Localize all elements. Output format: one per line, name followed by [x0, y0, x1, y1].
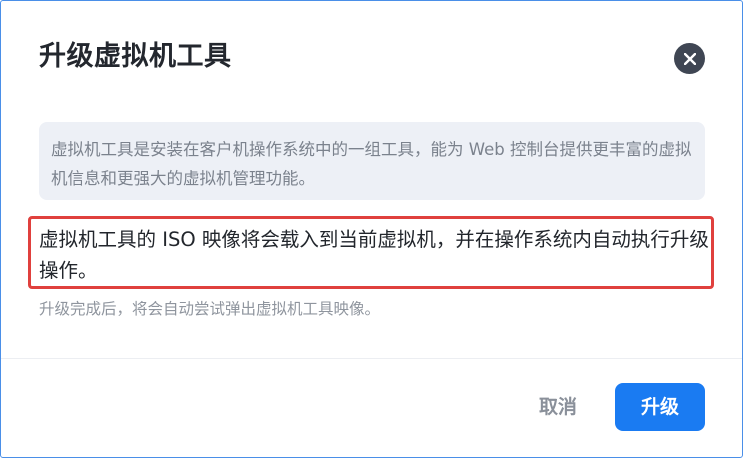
close-icon	[683, 52, 696, 65]
close-button[interactable]	[674, 43, 705, 74]
upgrade-button[interactable]: 升级	[615, 383, 705, 431]
upgrade-vm-tools-dialog: 升级虚拟机工具 虚拟机工具是安装在客户机操作系统中的一组工具，能为 Web 控制…	[0, 0, 743, 458]
hint-text: 升级完成后，将会自动尝试弹出虚拟机工具映像。	[39, 300, 381, 318]
cancel-button[interactable]: 取消	[525, 383, 591, 431]
info-box: 虚拟机工具是安装在客户机操作系统中的一组工具，能为 Web 控制台提供更丰富的虚…	[39, 122, 705, 200]
main-description: 虚拟机工具的 ISO 映像将会载入到当前虚拟机，并在操作系统内自动执行升级操作。	[39, 228, 709, 282]
dialog-title: 升级虚拟机工具	[39, 41, 232, 72]
footer-divider	[1, 358, 742, 359]
